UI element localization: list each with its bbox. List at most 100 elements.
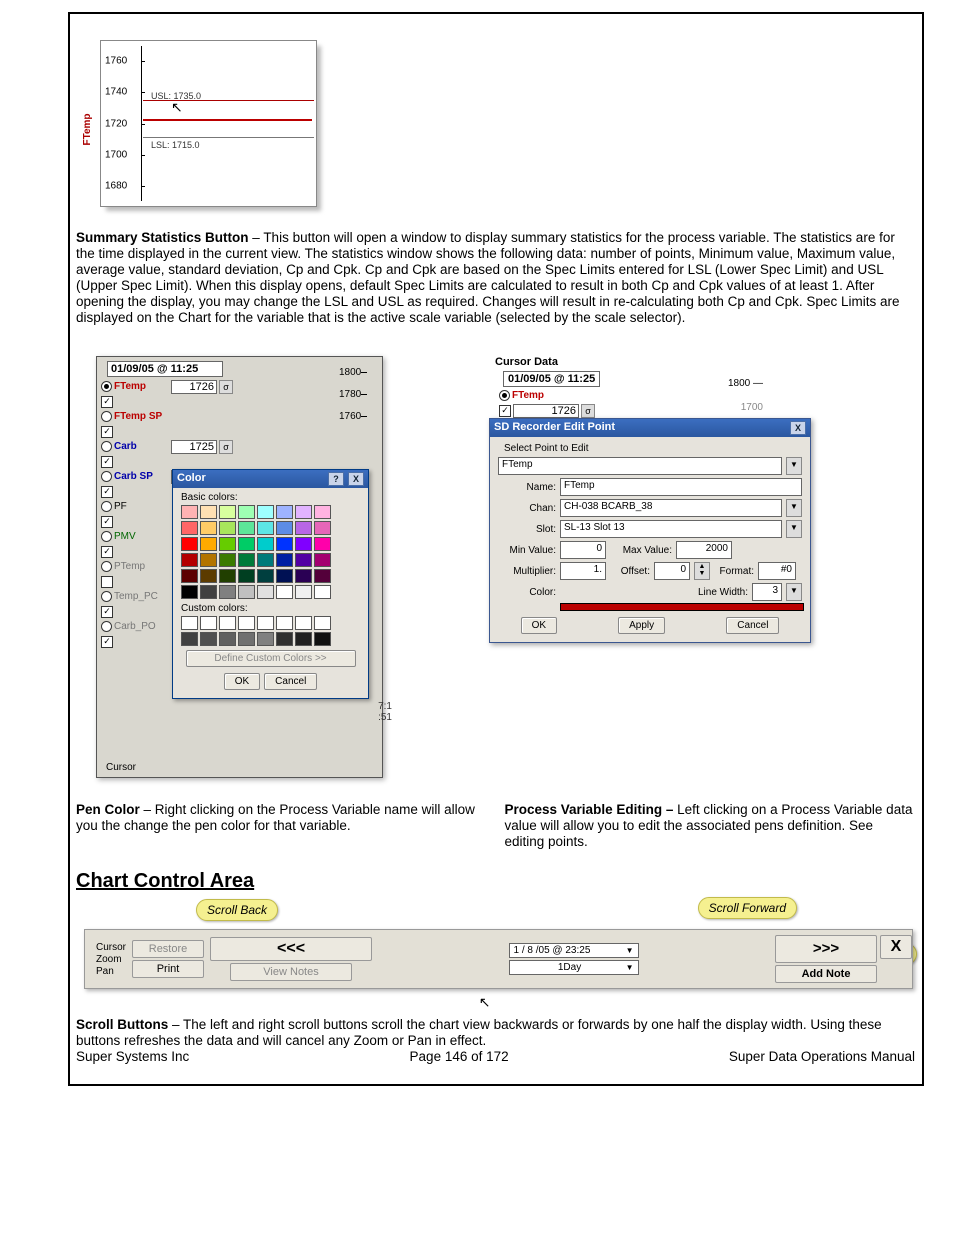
color-swatch[interactable] [257, 585, 274, 599]
color-swatch[interactable] [181, 585, 198, 599]
color-swatch[interactable] [219, 505, 236, 519]
color-swatch[interactable] [181, 521, 198, 535]
chevron-down-icon[interactable]: ▼ [786, 499, 802, 517]
edit-var-check[interactable]: ✓ [499, 405, 511, 417]
color-swatch[interactable] [181, 569, 198, 583]
spinner-icon[interactable]: ▲▼ [694, 562, 710, 580]
color-swatch[interactable] [219, 521, 236, 535]
color-swatch[interactable] [257, 553, 274, 567]
var-name[interactable]: PF [114, 501, 169, 512]
custom-swatch[interactable] [181, 616, 198, 630]
help-icon[interactable]: ? [328, 472, 344, 486]
color-swatch[interactable] [200, 521, 217, 535]
sigma-button[interactable]: σ [219, 380, 233, 394]
custom-swatch[interactable] [295, 632, 312, 646]
var-name[interactable]: Temp_PC [114, 591, 169, 602]
chevron-down-icon[interactable]: ▼ [786, 583, 802, 601]
datetime-select[interactable]: 1 / 8 /05 @ 23:25▼ [509, 943, 639, 958]
color-swatch[interactable] [257, 537, 274, 551]
custom-swatch[interactable] [200, 616, 217, 630]
print-button[interactable]: Print [132, 960, 204, 978]
var-name[interactable]: PMV [114, 531, 169, 542]
color-swatch[interactable] [276, 553, 293, 567]
custom-swatch[interactable] [219, 632, 236, 646]
custom-swatch[interactable] [276, 632, 293, 646]
color-swatch[interactable] [238, 521, 255, 535]
custom-swatch[interactable] [314, 632, 331, 646]
add-note-button[interactable]: Add Note [775, 965, 877, 983]
color-swatch[interactable] [314, 505, 331, 519]
scroll-back-button[interactable]: <<< [210, 937, 372, 961]
var-radio[interactable] [101, 501, 112, 512]
color-swatch[interactable] [238, 553, 255, 567]
custom-swatch[interactable] [314, 616, 331, 630]
custom-swatch[interactable] [219, 616, 236, 630]
edit-apply-button[interactable]: Apply [618, 617, 665, 634]
realtime-button[interactable]: X [880, 935, 912, 959]
var-name[interactable]: FTemp [114, 381, 169, 392]
color-swatch[interactable] [238, 569, 255, 583]
restore-button[interactable]: Restore [132, 940, 204, 958]
edit-cancel-button[interactable]: Cancel [726, 617, 779, 634]
color-swatch[interactable] [181, 505, 198, 519]
color-swatch[interactable] [314, 553, 331, 567]
sigma-button[interactable]: σ [581, 404, 595, 418]
color-swatch[interactable] [295, 505, 312, 519]
close-icon[interactable]: X [348, 472, 364, 486]
edit-ok-button[interactable]: OK [521, 617, 557, 634]
var-check[interactable]: ✓ [101, 456, 113, 468]
color-swatch[interactable] [314, 585, 331, 599]
var-radio[interactable] [101, 411, 112, 422]
color-ok-button[interactable]: OK [224, 673, 260, 690]
color-swatch[interactable] [314, 521, 331, 535]
var-name[interactable]: Carb SP [114, 471, 169, 482]
var-radio[interactable] [101, 381, 112, 392]
color-cancel-button[interactable]: Cancel [264, 673, 317, 690]
color-swatch[interactable] [276, 505, 293, 519]
var-check[interactable]: ✓ [101, 486, 113, 498]
custom-swatch[interactable] [181, 632, 198, 646]
var-name[interactable]: FTemp SP [114, 411, 169, 422]
color-swatch[interactable] [257, 569, 274, 583]
color-swatch[interactable] [276, 537, 293, 551]
var-radio[interactable] [101, 591, 112, 602]
color-swatch[interactable] [295, 585, 312, 599]
var-check[interactable]: ✓ [101, 396, 113, 408]
var-name[interactable]: Carb [114, 441, 169, 452]
custom-swatch[interactable] [276, 616, 293, 630]
range-select[interactable]: 1Day▼ [509, 960, 639, 975]
chan-input[interactable]: CH-038 BCARB_38 [560, 499, 782, 517]
chevron-down-icon[interactable]: ▼ [786, 457, 802, 475]
var-radio[interactable] [101, 471, 112, 482]
name-input[interactable]: FTemp [560, 478, 802, 496]
color-swatch[interactable] [200, 505, 217, 519]
offset-input[interactable]: 0 [654, 562, 690, 580]
color-preview[interactable] [560, 603, 804, 611]
slot-input[interactable]: SL-13 Slot 13 [560, 520, 782, 538]
color-swatch[interactable] [295, 521, 312, 535]
var-check[interactable]: ✓ [101, 636, 113, 648]
color-swatch[interactable] [219, 569, 236, 583]
color-swatch[interactable] [257, 521, 274, 535]
color-swatch[interactable] [181, 537, 198, 551]
mult-input[interactable]: 1. [560, 562, 606, 580]
color-swatch[interactable] [295, 553, 312, 567]
color-swatch[interactable] [276, 569, 293, 583]
custom-swatch[interactable] [238, 632, 255, 646]
var-check[interactable]: ✓ [101, 516, 113, 528]
var-check[interactable]: ✓ [101, 546, 113, 558]
close-icon[interactable]: X [790, 421, 806, 435]
chevron-down-icon[interactable]: ▼ [786, 520, 802, 538]
variable-row[interactable]: Carb1725σ [99, 439, 382, 454]
color-swatch[interactable] [314, 569, 331, 583]
var-name[interactable]: Carb_PO [114, 621, 169, 632]
color-swatch[interactable] [295, 537, 312, 551]
color-swatch[interactable] [181, 553, 198, 567]
custom-swatch[interactable] [257, 632, 274, 646]
basic-color-grid[interactable] [181, 505, 360, 599]
color-swatch[interactable] [238, 585, 255, 599]
var-check[interactable]: ✓ [101, 426, 113, 438]
color-swatch[interactable] [295, 569, 312, 583]
var-radio[interactable] [101, 531, 112, 542]
color-swatch[interactable] [219, 585, 236, 599]
